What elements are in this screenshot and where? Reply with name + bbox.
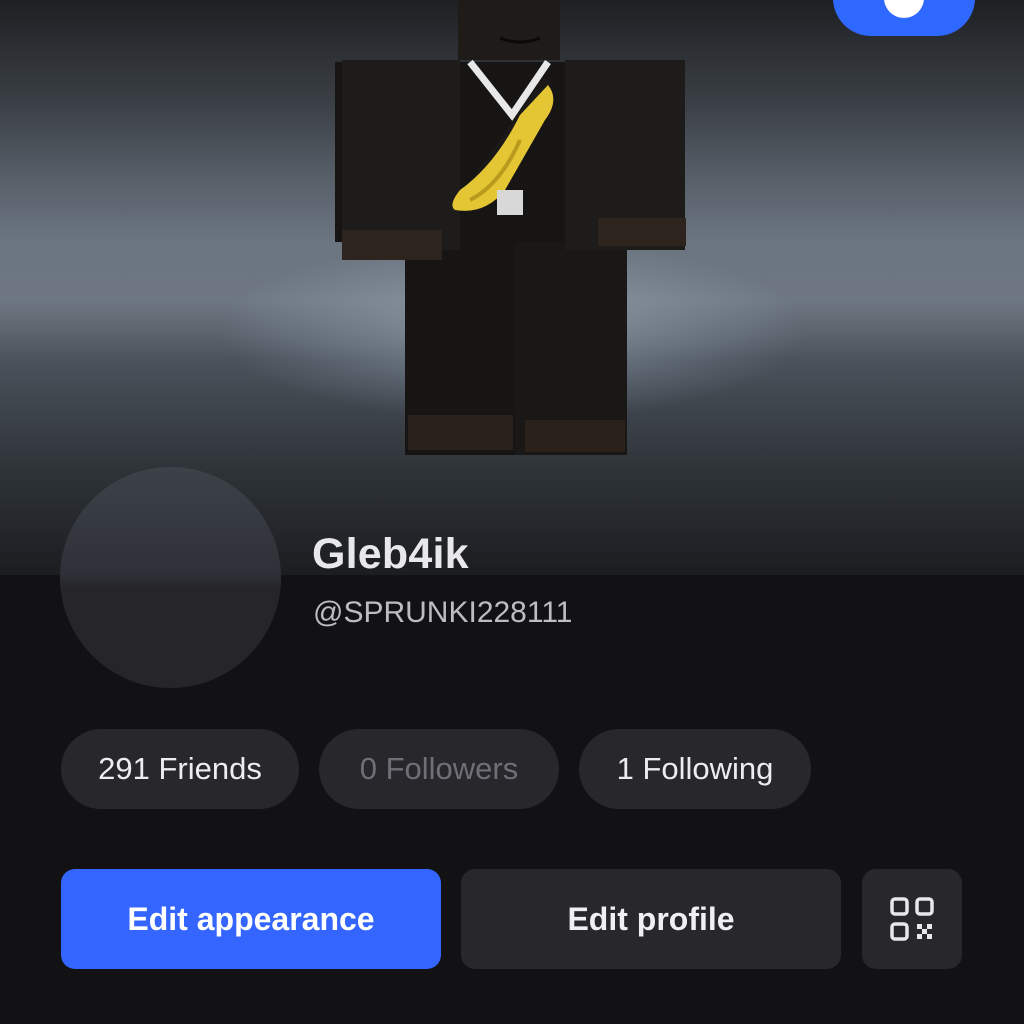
friends-count-button[interactable]: 291 Friends [61,729,299,809]
edit-profile-button[interactable]: Edit profile [461,869,841,969]
qr-code-icon [890,897,934,941]
circle-icon [884,0,924,18]
display-name: Gleb4ik [312,530,469,578]
following-count-button[interactable]: 1 Following [579,729,811,809]
edit-appearance-label: Edit appearance [127,900,375,937]
followers-label: 0 Followers [359,751,519,786]
avatar-headshot[interactable] [60,467,281,688]
followers-count-button[interactable]: 0 Followers [319,729,559,809]
edit-appearance-button[interactable]: Edit appearance [61,869,441,969]
qr-code-button[interactable] [862,869,962,969]
username: @SPRUNKI228111 [313,596,573,629]
following-label: 1 Following [616,751,774,786]
friends-label: 291 Friends [98,751,262,786]
edit-profile-label: Edit profile [567,900,735,937]
floating-action-button[interactable] [833,0,975,36]
